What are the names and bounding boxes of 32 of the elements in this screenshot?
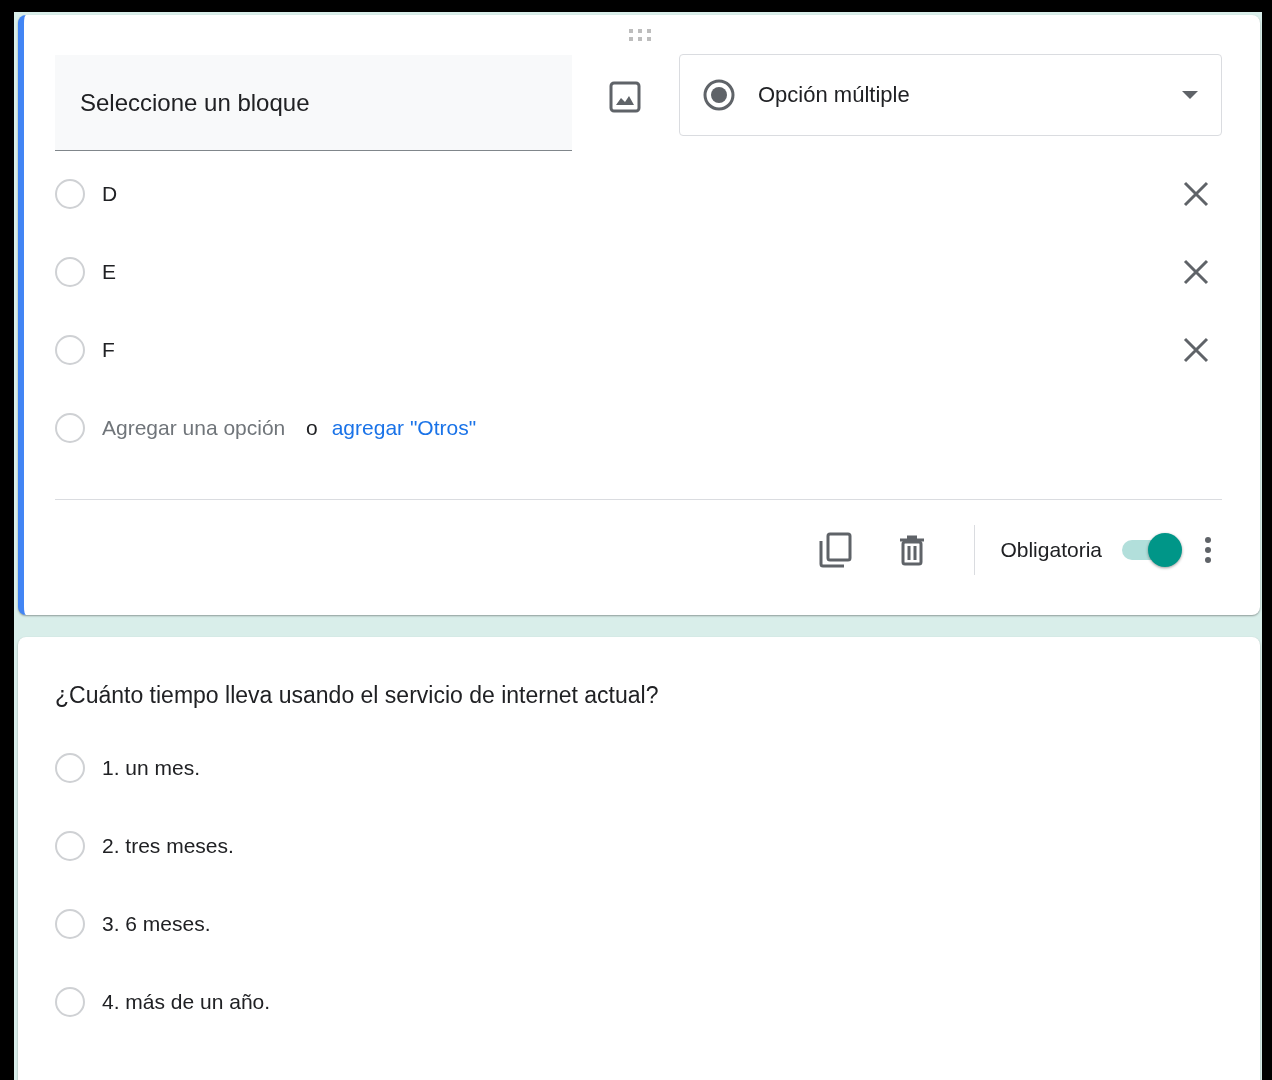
radio-button[interactable] <box>55 179 85 209</box>
radio-type-icon <box>702 78 736 112</box>
copy-icon[interactable] <box>818 532 853 568</box>
radio-button[interactable] <box>55 413 85 443</box>
image-icon[interactable] <box>608 80 642 114</box>
option-label[interactable]: D <box>102 182 1182 206</box>
option-label: 1. un mes. <box>102 756 201 780</box>
radio-button[interactable] <box>55 831 85 861</box>
radio-button[interactable] <box>55 335 85 365</box>
more-options-icon[interactable] <box>1204 536 1212 564</box>
required-toggle[interactable] <box>1122 532 1182 568</box>
question-title-field[interactable]: Seleccione un bloque <box>55 55 572 151</box>
drag-handle-icon[interactable] <box>628 28 654 42</box>
option-label[interactable]: E <box>102 260 1182 284</box>
radio-button[interactable] <box>55 909 85 939</box>
question-title: ¿Cuánto tiempo lleva usando el servicio de internet actual? <box>55 681 660 710</box>
question-type-dropdown[interactable]: Opción múltiple <box>679 54 1222 136</box>
separator-text: o <box>306 416 318 440</box>
close-icon[interactable] <box>1182 258 1210 286</box>
close-icon[interactable] <box>1182 336 1210 364</box>
radio-button[interactable] <box>55 257 85 287</box>
radio-button[interactable] <box>55 753 85 783</box>
add-other-link[interactable]: agregar "Otros" <box>331 416 477 440</box>
trash-icon[interactable] <box>898 534 927 566</box>
option-label: 3. 6 meses. <box>102 912 211 936</box>
option-label: 2. tres meses. <box>102 834 234 858</box>
dropdown-caret-icon <box>1181 90 1199 100</box>
required-label: Obligatoria <box>1000 538 1102 562</box>
option-label[interactable]: F <box>102 338 1182 362</box>
option-label: 4. más de un año. <box>102 990 271 1014</box>
radio-button[interactable] <box>55 987 85 1017</box>
close-icon[interactable] <box>1182 180 1210 208</box>
